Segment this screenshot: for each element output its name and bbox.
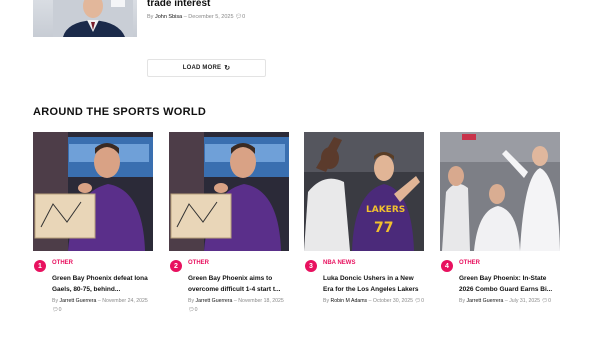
coach-photo	[169, 132, 289, 251]
post-date: – November 24, 2025	[97, 298, 148, 304]
post-date: – October 30, 2025	[368, 298, 414, 304]
separator: –	[183, 14, 187, 20]
rank-badge: 2	[170, 260, 182, 272]
post-date: – November 18, 2025	[233, 298, 284, 304]
by-label: By	[188, 298, 195, 304]
article-card: 2 OTHER Green Bay Phoenix aims to overco…	[169, 132, 289, 313]
rank-badge: 3	[305, 260, 317, 272]
comment-count[interactable]: 0	[548, 298, 551, 304]
comment-count[interactable]: 0	[242, 14, 245, 20]
article-title[interactable]: Green Bay Phoenix: In-State 2026 Combo G…	[459, 273, 560, 295]
author-link[interactable]: Robin M Adams	[331, 298, 368, 304]
rank-badge: 1	[34, 260, 46, 272]
top-article-thumbnail[interactable]	[33, 0, 137, 37]
comment-count[interactable]: 0	[421, 298, 424, 304]
category-label[interactable]: OTHER	[52, 260, 73, 266]
refresh-icon: ↻	[224, 65, 231, 72]
load-more-label: LOAD MORE	[182, 65, 222, 71]
article-card: 4 OTHER Green Bay Phoenix: In-State 2026…	[440, 132, 560, 304]
top-article-meta: By John Sbisa – December 5, 2025 💬︎0	[147, 14, 245, 20]
bench-photo	[440, 132, 560, 251]
section-title: AROUND THE SPORTS WORLD	[33, 106, 207, 118]
article-thumbnail[interactable]	[169, 132, 289, 251]
category-label[interactable]: OTHER	[188, 260, 209, 266]
load-more-button[interactable]: LOAD MORE ↻	[147, 59, 266, 77]
article-title[interactable]: Luka Doncic Ushers in a New Era for the …	[323, 273, 424, 295]
by-label: By	[52, 298, 59, 304]
svg-text:LAKERS: LAKERS	[366, 205, 405, 215]
category-label[interactable]: OTHER	[459, 260, 480, 266]
author-link[interactable]: John Sbisa	[155, 14, 182, 20]
post-date: – July 31, 2025	[504, 298, 541, 304]
article-title[interactable]: Green Bay Phoenix aims to overcome diffi…	[188, 273, 289, 295]
author-link[interactable]: Jarrett Guerrera	[196, 298, 233, 304]
article-thumbnail[interactable]	[33, 132, 153, 251]
author-link[interactable]: Jarrett Guerrera	[60, 298, 97, 304]
article-meta: By Jarrett Guerrera – July 31, 2025 💬︎0	[459, 297, 560, 306]
article-card: 1 OTHER Green Bay Phoenix defeat Iona Ga…	[33, 132, 153, 313]
comment-count[interactable]: 0	[195, 307, 198, 313]
post-date: December 5, 2025	[188, 14, 234, 20]
person-photo	[53, 0, 133, 37]
by-label: By	[147, 14, 154, 20]
article-meta: By Robin M Adams – October 30, 2025 💬︎0	[323, 297, 424, 306]
svg-text:77: 77	[374, 220, 393, 236]
category-label[interactable]: NBA NEWS	[323, 260, 355, 266]
article-card: LAKERS 77 3 NBA NEWS Luka Doncic Ushers …	[304, 132, 424, 304]
top-article: trade interest By John Sbisa – December …	[33, 0, 573, 40]
article-title[interactable]: Green Bay Phoenix defeat Iona Gaels, 80-…	[52, 273, 153, 295]
comment-icon[interactable]: 💬︎	[235, 14, 242, 20]
rank-badge: 4	[441, 260, 453, 272]
by-label: By	[459, 298, 466, 304]
article-meta: By Jarrett Guerrera – November 18, 2025 …	[188, 297, 289, 314]
top-article-title[interactable]: trade interest	[147, 0, 210, 9]
article-thumbnail[interactable]: LAKERS 77	[304, 132, 424, 251]
comment-count[interactable]: 0	[59, 307, 62, 313]
comment-icon[interactable]: 💬︎	[52, 307, 59, 313]
author-link[interactable]: Jarrett Guerrera	[467, 298, 504, 304]
comment-icon[interactable]: 💬︎	[188, 307, 195, 313]
by-label: By	[323, 298, 330, 304]
coach-photo	[33, 132, 153, 251]
basketball-photo: LAKERS 77	[304, 132, 424, 251]
article-meta: By Jarrett Guerrera – November 24, 2025 …	[52, 297, 153, 314]
article-thumbnail[interactable]	[440, 132, 560, 251]
